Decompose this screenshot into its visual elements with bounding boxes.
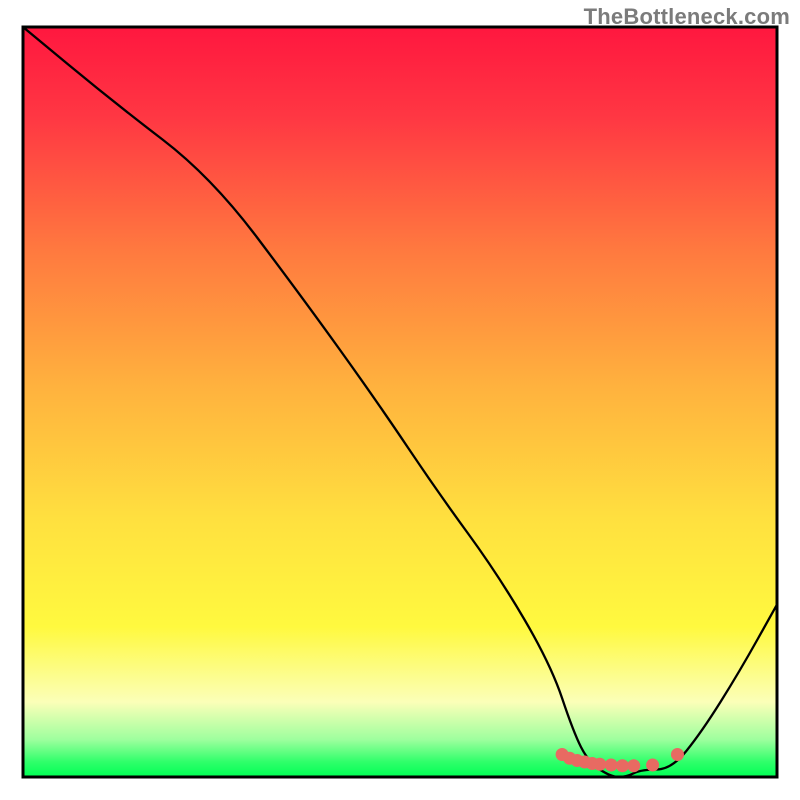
marker-dot <box>627 759 640 772</box>
marker-dot <box>646 759 659 772</box>
marker-dot <box>616 759 629 772</box>
chart-root: { "watermark": { "text": "TheBottleneck.… <box>0 0 800 800</box>
chart-area <box>0 0 800 800</box>
marker-dot <box>671 748 684 761</box>
marker-dot <box>605 759 618 772</box>
gradient-background <box>23 27 777 777</box>
marker-dot <box>593 758 606 771</box>
